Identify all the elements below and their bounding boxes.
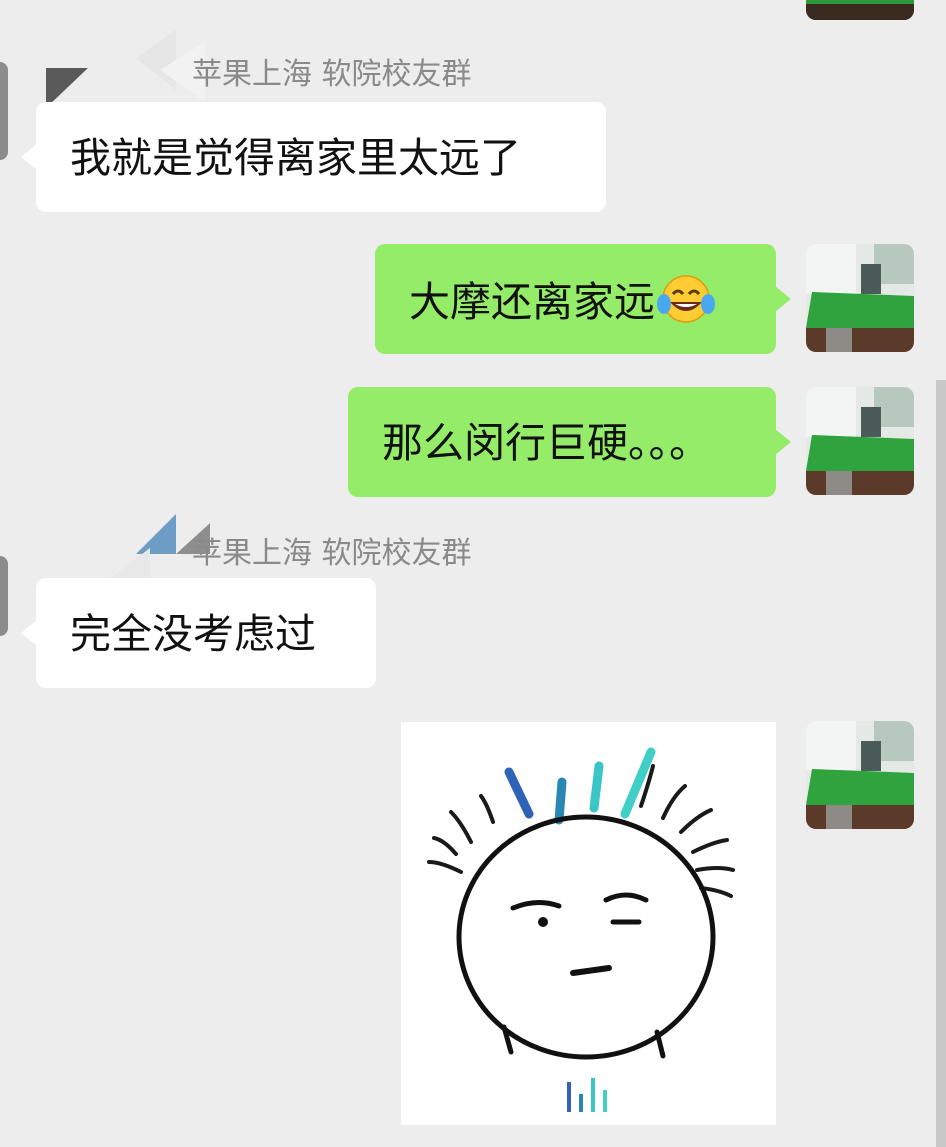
contact-avatar-partial[interactable]: [0, 556, 8, 636]
message-text: 完全没考虑过: [70, 610, 316, 658]
chat-bubble-incoming[interactable]: 我就是觉得离家里太远了: [21, 102, 606, 212]
bubble-tail: [21, 144, 37, 170]
sender-name-mosaic: [40, 508, 210, 588]
chat-bubble-outgoing[interactable]: 那么闵行巨硬。。。: [348, 387, 791, 497]
scrollbar[interactable]: [936, 380, 946, 1147]
pool-table-avatar-image: [806, 387, 914, 495]
spiky-hair-face-sticker[interactable]: [401, 722, 776, 1125]
own-avatar[interactable]: [806, 244, 914, 352]
contact-avatar-partial[interactable]: [0, 62, 8, 160]
sender-name-mosaic: [40, 30, 210, 110]
message-text: 那么闵行巨硬。。。: [382, 419, 710, 467]
own-avatar-partial[interactable]: [806, 0, 914, 20]
chat-bubble-incoming[interactable]: 完全没考虑过: [21, 578, 376, 688]
message-text: 我就是觉得离家里太远了: [70, 134, 521, 182]
bubble-tail: [21, 620, 37, 646]
sender-name: 苹果上海 软院校友群: [192, 57, 472, 92]
tears-of-joy-emoji: [657, 274, 715, 336]
message-text: 大摩还离家远: [409, 278, 655, 326]
bubble-tail: [775, 429, 791, 455]
pool-table-avatar-image: [806, 0, 914, 20]
chat-bubble-outgoing[interactable]: 大摩还离家远: [375, 244, 791, 354]
pool-table-avatar-image: [806, 244, 914, 352]
pool-table-avatar-image: [806, 721, 914, 829]
own-avatar[interactable]: [806, 387, 914, 495]
sender-name: 苹果上海 软院校友群: [192, 536, 472, 571]
bubble-tail: [775, 286, 791, 312]
own-avatar[interactable]: [806, 721, 914, 829]
